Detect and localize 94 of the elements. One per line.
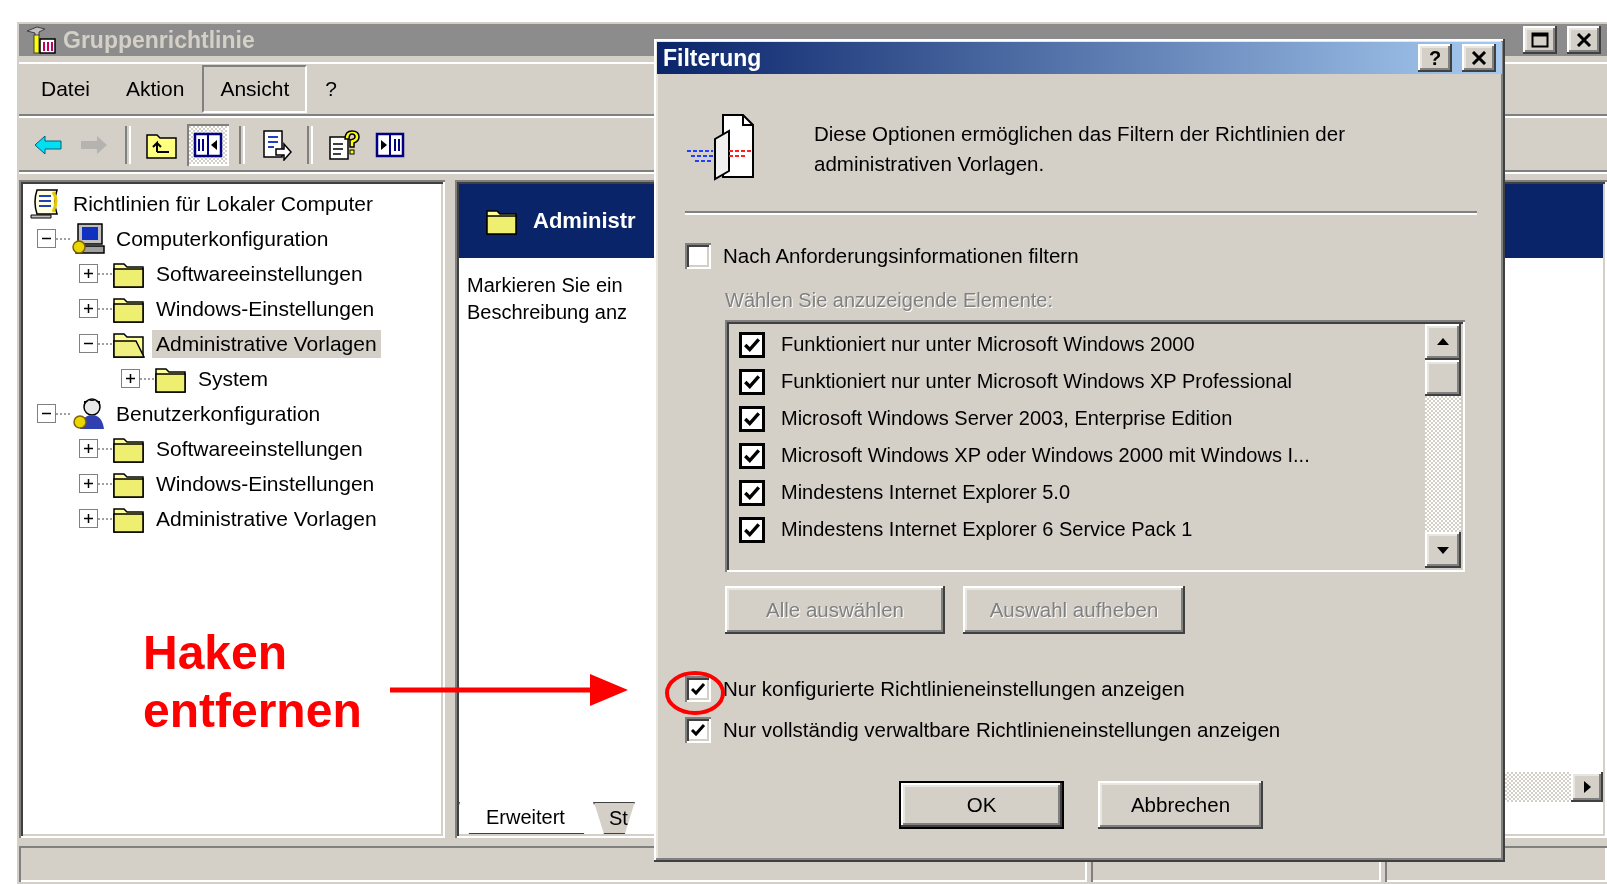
description-text: Beschreibung anz	[467, 301, 628, 324]
check-icon	[743, 372, 761, 391]
help-button[interactable]: ?	[1418, 44, 1452, 72]
document-arrow-icon	[260, 129, 292, 161]
pane-icon	[375, 132, 405, 158]
menu-item[interactable]: ?	[307, 65, 355, 113]
check-icon	[743, 446, 761, 465]
check-icon	[743, 520, 761, 539]
plus-icon	[83, 443, 94, 454]
plus-icon	[83, 303, 94, 314]
menu-item[interactable]: Aktion	[108, 65, 203, 113]
plus-icon	[83, 268, 94, 279]
tree-item[interactable]: Windows-Einstellungen	[152, 294, 379, 323]
annotation-circle	[664, 670, 726, 716]
close-button[interactable]	[1462, 44, 1496, 72]
checkbox-label: Nur vollständig verwaltbare Richtlinieneinstellungen anzeigen	[723, 718, 1281, 742]
list-item[interactable]: Funktioniert nur unter Microsoft Windows 2000	[781, 333, 1195, 356]
scroll-thumb[interactable]	[1425, 360, 1461, 396]
check-icon	[743, 409, 761, 428]
expand-toggle[interactable]	[79, 509, 98, 528]
user-icon	[70, 396, 106, 431]
close-icon	[1471, 51, 1487, 65]
list-item[interactable]: Microsoft Windows XP oder Windows 2000 mit Windows I...	[781, 444, 1310, 467]
right-arrow-icon	[79, 133, 109, 157]
checkbox-label: Nach Anforderungsinformationen filtern	[723, 244, 1079, 268]
expand-toggle[interactable]	[79, 474, 98, 493]
vertical-scrollbar[interactable]	[1425, 324, 1461, 568]
checkbox[interactable]	[739, 405, 765, 432]
close-icon	[1576, 33, 1592, 47]
ok-button[interactable]: OK	[899, 781, 1064, 829]
collapse-toggle[interactable]	[37, 404, 56, 423]
tree-item[interactable]: Administrative Vorlagen	[152, 329, 381, 358]
tree-item[interactable]: Administrative Vorlagen	[152, 504, 381, 533]
pane-heading: Administr	[533, 208, 636, 234]
down-arrow-icon	[1436, 545, 1450, 555]
cancel-button[interactable]: Abbrechen	[1098, 781, 1263, 829]
collapse-toggle[interactable]	[79, 334, 98, 353]
tree-item[interactable]: Softwareeinstellungen	[152, 434, 367, 463]
list-item[interactable]: Mindestens Internet Explorer 6 Service Pack 1	[781, 518, 1193, 541]
check-icon	[690, 681, 706, 697]
tree-item[interactable]: Benutzerkonfiguration	[112, 399, 325, 428]
plus-icon	[83, 478, 94, 489]
menu-item[interactable]: Ansicht	[202, 65, 308, 113]
tree-pane-icon	[193, 132, 223, 158]
checkbox[interactable]	[739, 331, 765, 358]
annotation-text: Haken entfernen	[143, 625, 363, 739]
tree-item[interactable]: Computerkonfiguration	[112, 224, 333, 253]
checkbox[interactable]	[685, 243, 711, 269]
scroll-up-button[interactable]	[1425, 324, 1461, 360]
checkbox[interactable]	[739, 368, 765, 395]
plus-icon	[125, 373, 136, 384]
checkbox[interactable]	[685, 717, 711, 743]
checkbox[interactable]	[685, 676, 711, 702]
checkbox[interactable]	[739, 516, 765, 543]
maximize-icon	[1531, 32, 1549, 48]
tree-toggle-button[interactable]	[187, 124, 229, 166]
close-button[interactable]	[1567, 26, 1601, 54]
filter-icon	[685, 111, 757, 181]
left-arrow-icon	[33, 133, 63, 157]
view-tab[interactable]: Erweitert	[459, 802, 594, 834]
check-icon	[743, 335, 761, 354]
dialog-title: Filterung	[663, 44, 763, 72]
right-arrow-icon	[1582, 780, 1592, 794]
list-label: Wählen Sie anzuzeigende Elemente:	[725, 289, 1054, 312]
scroll-right-button[interactable]	[1571, 772, 1603, 802]
plus-icon	[83, 513, 94, 524]
check-icon	[690, 722, 706, 738]
check-icon	[743, 483, 761, 502]
view-tab[interactable]: St	[593, 802, 635, 834]
intro-text: Diese Optionen ermöglichen das Filtern der Richtlinien der administrativen Vorlagen.	[814, 121, 1346, 177]
computer-icon	[70, 221, 106, 256]
list-item[interactable]: Funktioniert nur unter Microsoft Windows XP Professional	[781, 370, 1292, 393]
expand-toggle[interactable]	[79, 439, 98, 458]
app-icon	[25, 25, 57, 55]
list-item[interactable]: Microsoft Windows Server 2003, Enterprise Edition	[781, 407, 1233, 430]
expand-toggle[interactable]	[79, 299, 98, 318]
tree-item[interactable]: Richtlinien für Lokaler Computer	[69, 189, 377, 218]
maximize-button[interactable]	[1523, 26, 1557, 54]
checkbox[interactable]	[739, 479, 765, 506]
menu-item[interactable]: Datei	[23, 65, 109, 113]
list-item[interactable]: Mindestens Internet Explorer 5.0	[781, 481, 1071, 504]
tree-item[interactable]: Windows-Einstellungen	[152, 469, 379, 498]
checkbox-label: Nur konfigurierte Richtlinieneinstellungen anzeigen	[723, 677, 1185, 701]
scroll-down-button[interactable]	[1425, 532, 1461, 568]
tree-item[interactable]: Softwareeinstellungen	[152, 259, 367, 288]
expand-toggle[interactable]	[79, 264, 98, 283]
checkbox[interactable]	[739, 442, 765, 469]
help-icon	[327, 129, 361, 161]
description-text: Markieren Sie ein	[467, 274, 623, 297]
window-title: Gruppenrichtlinie	[63, 26, 256, 54]
expand-toggle[interactable]	[121, 369, 140, 388]
tree-item[interactable]: System	[194, 364, 272, 393]
collapse-toggle[interactable]	[37, 229, 56, 248]
up-arrow-icon	[1436, 337, 1450, 347]
